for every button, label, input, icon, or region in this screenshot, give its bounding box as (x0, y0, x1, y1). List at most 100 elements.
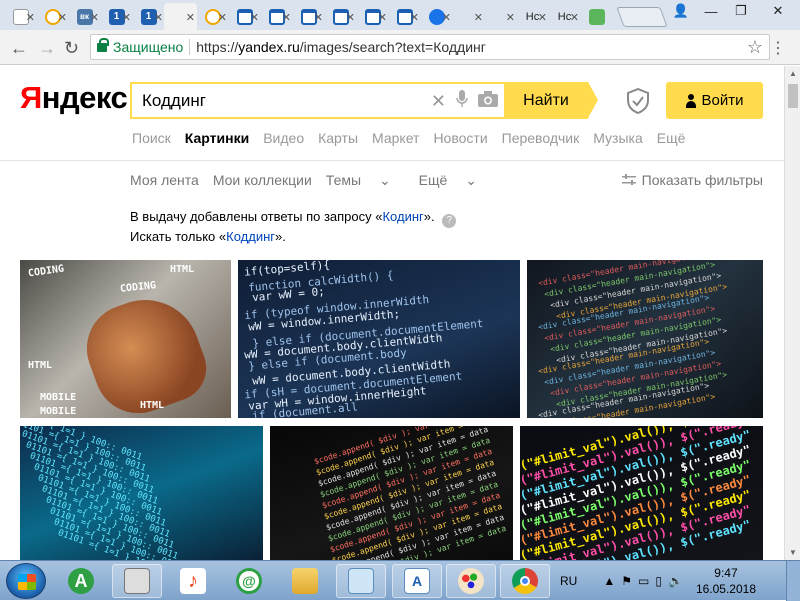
close-tab-icon[interactable]: ✕ (474, 11, 483, 24)
close-tab-icon[interactable]: ✕ (250, 11, 259, 24)
browser-tab[interactable]: вк ✕ (68, 3, 101, 30)
image-result[interactable]: CODING HTML CODING HTML MOBILE HTML MOBILE (20, 260, 231, 418)
image-result[interactable]: $code.append( $div ); var item = data $co… (270, 426, 513, 560)
browser-tab[interactable]: ✕ (484, 3, 517, 30)
browser-tab[interactable]: ✕ (36, 3, 69, 30)
user-icon[interactable]: 👤 (666, 0, 696, 22)
taskbar-app-wordpad[interactable]: A (392, 564, 442, 598)
browser-tab[interactable] (580, 3, 613, 30)
close-tab-icon[interactable]: ✕ (506, 11, 515, 24)
scrollbar-thumb[interactable] (788, 84, 798, 108)
clear-icon[interactable]: ✕ (431, 91, 446, 112)
service-link[interactable]: Видео (263, 130, 304, 146)
protect-shield-icon[interactable] (626, 88, 650, 114)
browser-tab[interactable]: ✕ (324, 3, 357, 30)
service-link[interactable]: Новости (433, 130, 487, 146)
close-tab-icon[interactable]: ✕ (346, 11, 355, 24)
browser-tab[interactable]: ✕ (196, 3, 229, 30)
flag-icon[interactable]: ⚑ (621, 574, 632, 588)
url-text[interactable]: https://yandex.ru/images/search?text=Код… (196, 39, 486, 55)
bookmark-star-icon[interactable]: ☆ (747, 37, 763, 58)
close-window-button[interactable]: ✕ (756, 0, 800, 22)
service-link[interactable]: Музыка (593, 130, 643, 146)
close-tab-icon[interactable]: ✕ (538, 11, 547, 24)
browser-tab[interactable]: ✕ (420, 3, 453, 30)
close-tab-icon[interactable]: ✕ (154, 11, 163, 24)
taskbar-app-explorer[interactable] (280, 564, 330, 598)
show-filters-button[interactable]: Показать фильтры (621, 172, 763, 188)
browser-tab[interactable]: 1 ✕ (100, 3, 133, 30)
browser-tab[interactable]: ✕ (356, 3, 389, 30)
image-result[interactable]: 01101 ={ 1=1 } 100:: 0011 01101 ={ 1=1 } … (20, 426, 263, 560)
omnibox[interactable]: Защищено https://yandex.ru/images/search… (90, 34, 770, 60)
browser-menu-icon[interactable]: ⋮ (770, 38, 786, 58)
my-collections-link[interactable]: Мои коллекции (213, 172, 312, 189)
close-tab-icon[interactable]: ✕ (90, 11, 99, 24)
browser-tab[interactable]: ✕ (388, 3, 421, 30)
close-tab-icon[interactable]: ✕ (378, 11, 387, 24)
clock[interactable]: 9:47 16.05.2018 (696, 565, 756, 597)
service-link[interactable]: Переводчик (502, 130, 580, 146)
taskbar-app-mail[interactable]: @ (224, 564, 274, 598)
camera-icon[interactable] (478, 91, 498, 112)
show-desktop-button[interactable] (786, 561, 800, 601)
my-feed-link[interactable]: Моя лента (130, 172, 199, 189)
battery-icon[interactable]: ▯ (655, 574, 662, 588)
close-tab-icon[interactable]: ✕ (570, 11, 579, 24)
close-tab-icon[interactable]: ✕ (410, 11, 419, 24)
tray-overflow-icon[interactable]: ▲ (603, 574, 615, 588)
yandex-logo[interactable]: Яндекс (20, 80, 128, 116)
minimize-button[interactable]: — (696, 0, 726, 22)
browser-tab[interactable]: Нс ✕ (548, 3, 581, 30)
network-icon[interactable]: ▭ (638, 574, 649, 588)
browser-tab[interactable]: 1 ✕ (132, 3, 165, 30)
language-indicator[interactable]: RU (560, 574, 577, 588)
close-tab-icon[interactable]: ✕ (26, 11, 35, 24)
close-tab-icon[interactable]: ✕ (314, 11, 323, 24)
close-tab-icon[interactable]: ✕ (442, 11, 451, 24)
close-tab-icon[interactable]: ✕ (58, 11, 67, 24)
scroll-up-icon[interactable]: ▲ (789, 69, 797, 78)
start-button[interactable] (6, 563, 46, 599)
reload-icon[interactable]: ↻ (64, 38, 79, 59)
more-dropdown[interactable]: Ещё ⌄ (419, 172, 491, 189)
taskbar-app-launcher[interactable]: A (56, 564, 106, 598)
taskbar-app-chrome[interactable] (500, 564, 550, 598)
browser-tab[interactable]: ✕ (228, 3, 261, 30)
themes-dropdown[interactable]: Темы ⌄ (326, 172, 405, 189)
taskbar-app-music[interactable]: ♪ (168, 564, 218, 598)
browser-tab[interactable]: ✕ (4, 3, 37, 30)
image-result[interactable]: ("#limit_val").val()), $(".ready" ("#limi… (520, 426, 763, 560)
browser-tab[interactable]: ✕ (292, 3, 325, 30)
find-button[interactable]: Найти (504, 82, 598, 119)
browser-tab-active[interactable]: ✕ (164, 3, 197, 30)
close-tab-icon[interactable]: ✕ (218, 11, 227, 24)
service-link[interactable]: Поиск (132, 130, 171, 146)
search-query[interactable]: Коддинг (142, 91, 206, 111)
service-link[interactable]: Картинки (185, 130, 249, 146)
forward-arrow-icon[interactable]: → (38, 38, 56, 59)
suggested-query-link[interactable]: Кодинг (382, 209, 423, 224)
original-query-link[interactable]: Коддинг (226, 229, 275, 244)
microphone-icon[interactable] (456, 90, 468, 113)
close-tab-icon[interactable]: ✕ (282, 11, 291, 24)
close-tab-icon[interactable]: ✕ (122, 11, 131, 24)
volume-icon[interactable]: 🔈 (668, 574, 683, 588)
taskbar-app-news[interactable] (112, 564, 162, 598)
page-scrollbar[interactable]: ▲ ▼ (784, 66, 800, 560)
scroll-down-icon[interactable]: ▼ (789, 548, 797, 557)
image-result[interactable]: <div class="header main-navigation"> <div… (527, 260, 763, 418)
back-arrow-icon[interactable]: ← (10, 38, 28, 59)
service-link[interactable]: Маркет (372, 130, 419, 146)
service-link[interactable]: Ещё (657, 130, 686, 146)
restore-button[interactable]: ❐ (726, 0, 756, 22)
close-tab-icon[interactable]: ✕ (186, 11, 195, 24)
search-input[interactable]: Коддинг ✕ (130, 82, 504, 119)
browser-tab[interactable]: ✕ (452, 3, 485, 30)
taskbar-app-notepad[interactable] (336, 564, 386, 598)
image-result[interactable]: if(top=self){function calcWidth() {var w… (238, 260, 520, 418)
browser-tab[interactable]: ✕ (260, 3, 293, 30)
login-button[interactable]: Войти (666, 82, 763, 119)
service-link[interactable]: Карты (318, 130, 358, 146)
taskbar-app-paint[interactable] (446, 564, 496, 598)
